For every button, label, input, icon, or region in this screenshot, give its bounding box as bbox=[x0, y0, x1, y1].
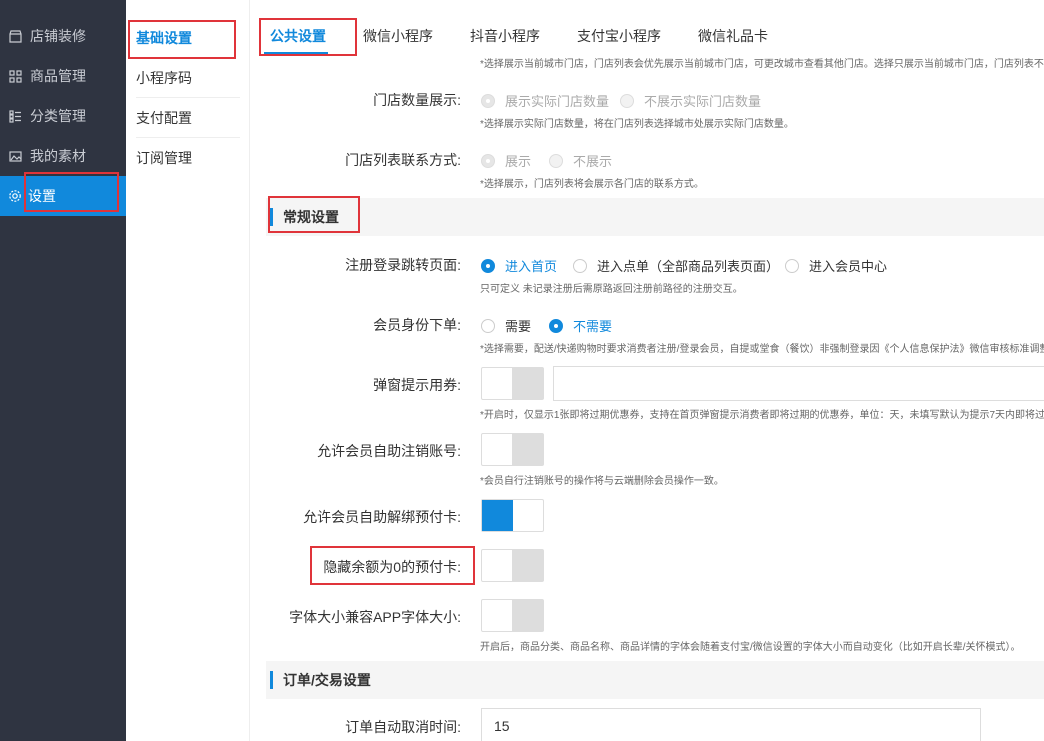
radio-dot bbox=[785, 258, 799, 273]
gear-icon bbox=[8, 189, 22, 203]
switch-knob bbox=[512, 600, 543, 631]
popup-coupon-label: 弹窗提示用券: bbox=[373, 377, 461, 393]
self-unbind-card-switch[interactable] bbox=[481, 499, 544, 532]
store-count-hint: *选择展示实际门店数量，将在门店列表选择城市处展示实际门店数量。 bbox=[480, 119, 794, 130]
main-sidebar: 店铺装修 商品管理 分类管理 我的素材 设置 bbox=[0, 0, 126, 741]
radio-label: 不展示实际门店数量 bbox=[644, 94, 762, 109]
popup-coupon-switch[interactable] bbox=[481, 367, 544, 400]
settings-content: 公共设置 微信小程序 抖音小程序 支付宝小程序 微信礼品卡 *选择展示当前城市门… bbox=[250, 0, 1044, 741]
member-order-label: 会员身份下单: bbox=[373, 317, 461, 333]
self-cancel-account-hint: *会员自行注销账号的操作将与云端删除会员操作一致。 bbox=[480, 476, 724, 487]
tab-douyin-mini-program[interactable]: 抖音小程序 bbox=[470, 26, 540, 46]
section-accent bbox=[270, 208, 273, 226]
member-order-not-required-radio[interactable]: 不需要 bbox=[549, 316, 612, 335]
submenu-item-mini-program-code[interactable]: 小程序码 bbox=[136, 58, 240, 98]
submenu-item-label: 订阅管理 bbox=[136, 150, 192, 166]
general-settings-header: 常规设置 bbox=[266, 198, 1044, 236]
grid-icon bbox=[8, 69, 22, 83]
store-city-hint: *选择展示当前城市门店，门店列表会优先展示当前城市门店，可更改城市查看其他门店。… bbox=[480, 59, 1044, 70]
self-cancel-account-label: 允许会员自助注销账号: bbox=[317, 443, 461, 459]
radio-label: 进入点单（全部商品列表页面） bbox=[597, 259, 780, 274]
sidebar-item-label: 设置 bbox=[28, 188, 56, 204]
settings-submenu: 基础设置 小程序码 支付配置 订阅管理 bbox=[126, 0, 250, 741]
radio-label: 不需要 bbox=[573, 319, 613, 334]
tab-public-settings[interactable]: 公共设置 bbox=[270, 26, 326, 46]
tab-wechat-mini-program[interactable]: 微信小程序 bbox=[363, 26, 433, 46]
register-redirect-hint: 只可定义 未记录注册后需原路返回注册前路径的注册交互。 bbox=[480, 284, 743, 295]
radio-label: 展示 bbox=[505, 154, 532, 169]
sidebar-item-label: 我的素材 bbox=[30, 148, 86, 164]
sidebar-item-label: 店铺装修 bbox=[30, 28, 86, 44]
radio-label: 展示实际门店数量 bbox=[505, 94, 610, 109]
switch-knob bbox=[512, 434, 543, 465]
radio-dot bbox=[549, 318, 563, 333]
sidebar-item-settings[interactable]: 设置 bbox=[0, 176, 126, 216]
order-auto-cancel-label: 订单自动取消时间: bbox=[345, 719, 461, 735]
sidebar-item-materials[interactable]: 我的素材 bbox=[0, 136, 126, 176]
switch-knob bbox=[512, 368, 543, 399]
sidebar-item-label: 商品管理 bbox=[30, 68, 86, 84]
store-count-label: 门店数量展示: bbox=[373, 92, 461, 108]
tab-wechat-gift-card[interactable]: 微信礼品卡 bbox=[698, 26, 768, 46]
store-count-hide-radio[interactable]: 不展示实际门店数量 bbox=[620, 91, 761, 110]
radio-dot bbox=[620, 93, 634, 108]
radio-label: 进入会员中心 bbox=[809, 259, 888, 274]
sidebar-item-products[interactable]: 商品管理 bbox=[0, 56, 126, 96]
self-unbind-card-label: 允许会员自助解绑预付卡: bbox=[303, 509, 461, 525]
font-size-compat-hint: 开启后，商品分类、商品名称、商品详情的字体会随着支付宝/微信设置的字体大小而自动… bbox=[480, 642, 1021, 653]
submenu-item-payment-config[interactable]: 支付配置 bbox=[136, 98, 240, 138]
submenu-item-subscription[interactable]: 订阅管理 bbox=[136, 138, 240, 178]
sidebar-item-store-decoration[interactable]: 店铺装修 bbox=[0, 16, 126, 56]
member-order-required-radio[interactable]: 需要 bbox=[481, 316, 531, 335]
radio-dot bbox=[549, 153, 563, 168]
store-contact-hint: *选择展示，门店列表将会展示各门店的联系方式。 bbox=[480, 179, 704, 190]
submenu-item-label: 支付配置 bbox=[136, 109, 192, 126]
radio-dot bbox=[481, 93, 495, 108]
register-redirect-member-radio[interactable]: 进入会员中心 bbox=[785, 256, 887, 275]
hide-zero-balance-card-switch[interactable] bbox=[481, 549, 544, 582]
radio-label: 不展示 bbox=[573, 154, 613, 169]
list-icon bbox=[8, 109, 22, 123]
radio-dot bbox=[481, 318, 495, 333]
register-redirect-label: 注册登录跳转页面: bbox=[345, 257, 461, 273]
order-settings-header: 订单/交易设置 bbox=[266, 661, 1044, 699]
hide-zero-balance-card-label: 隐藏余额为0的预付卡: bbox=[323, 559, 461, 575]
radio-dot bbox=[481, 153, 495, 168]
radio-dot bbox=[481, 258, 495, 273]
active-tab-indicator bbox=[264, 52, 328, 54]
section-title: 常规设置 bbox=[283, 209, 339, 225]
tab-alipay-mini-program[interactable]: 支付宝小程序 bbox=[577, 26, 661, 46]
font-size-compat-switch[interactable] bbox=[481, 599, 544, 632]
submenu-item-basic-settings[interactable]: 基础设置 bbox=[136, 18, 240, 58]
section-title: 订单/交易设置 bbox=[283, 672, 371, 688]
store-contact-hide-radio[interactable]: 不展示 bbox=[549, 151, 612, 170]
font-size-compat-label: 字体大小兼容APP字体大小: bbox=[289, 609, 461, 625]
radio-dot bbox=[573, 258, 587, 273]
submenu-item-label: 小程序码 bbox=[136, 69, 192, 86]
image-icon bbox=[8, 149, 22, 163]
store-contact-show-radio[interactable]: 展示 bbox=[481, 151, 531, 170]
radio-label: 需要 bbox=[505, 319, 532, 334]
self-cancel-account-switch[interactable] bbox=[481, 433, 544, 466]
popup-coupon-days-input[interactable] bbox=[553, 366, 1044, 401]
order-auto-cancel-input[interactable]: 15 bbox=[481, 708, 981, 741]
radio-label: 进入首页 bbox=[505, 259, 558, 274]
store-contact-label: 门店列表联系方式: bbox=[345, 152, 461, 168]
member-order-hint: *选择需要，配送/快递购物时要求消费者注册/登录会员，自提或堂食（餐饮）非强制登… bbox=[480, 344, 1044, 355]
register-redirect-home-radio[interactable]: 进入首页 bbox=[481, 256, 557, 275]
section-accent bbox=[270, 671, 273, 689]
submenu-item-label: 基础设置 bbox=[136, 30, 192, 46]
store-count-show-radio[interactable]: 展示实际门店数量 bbox=[481, 91, 609, 110]
register-redirect-order-radio[interactable]: 进入点单（全部商品列表页面） bbox=[573, 256, 779, 275]
popup-coupon-hint: *开启时，仅显示1张即将过期优惠券，支持在首页弹窗提示消费者即将过期的优惠券，单… bbox=[480, 410, 1044, 421]
store-icon bbox=[8, 29, 22, 43]
sidebar-item-categories[interactable]: 分类管理 bbox=[0, 96, 126, 136]
sidebar-item-label: 分类管理 bbox=[30, 108, 86, 124]
switch-knob bbox=[512, 550, 543, 581]
switch-knob bbox=[482, 500, 513, 531]
